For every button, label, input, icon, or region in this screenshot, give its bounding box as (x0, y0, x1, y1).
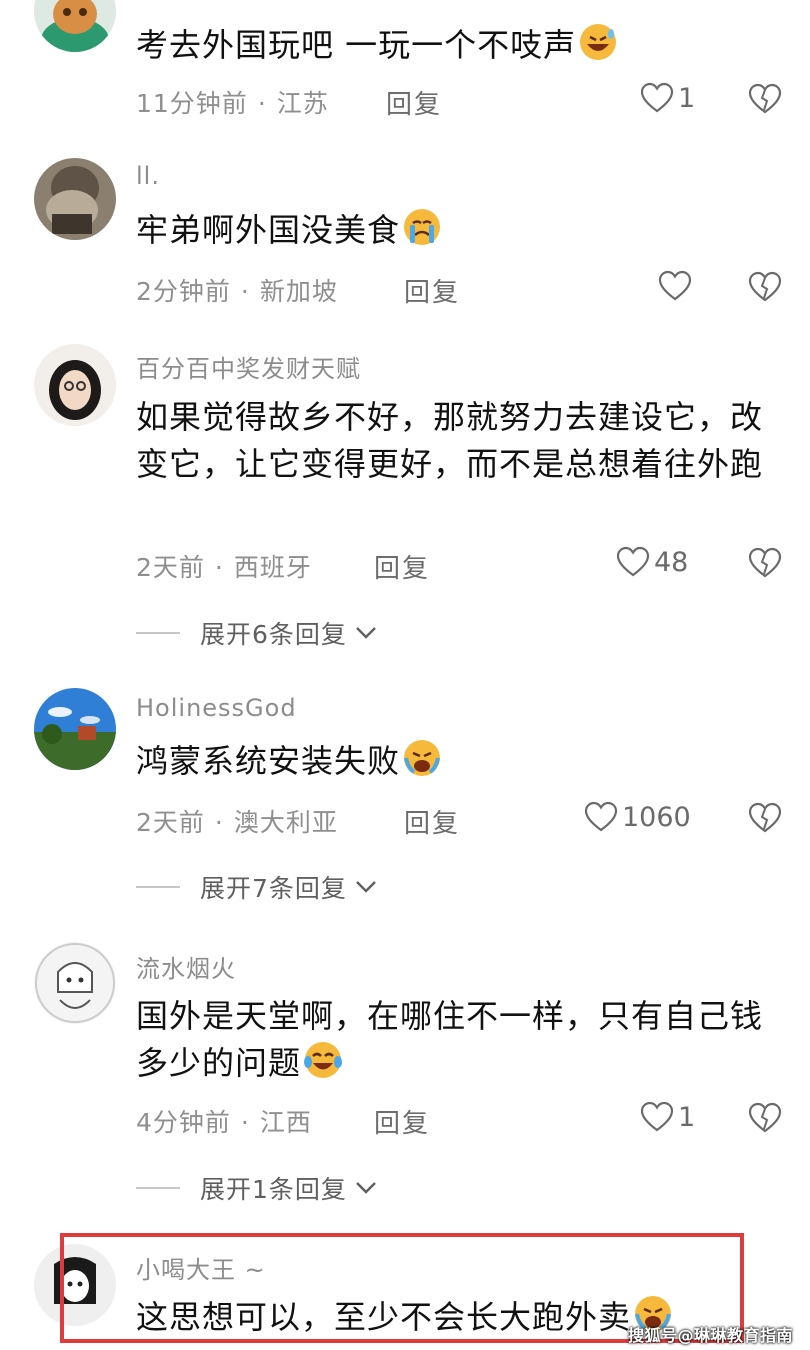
like-count: 1 (678, 82, 696, 114)
like-count: 48 (654, 546, 689, 578)
broken-heart-icon[interactable] (748, 547, 782, 579)
grinning-sweat-emoji (580, 24, 617, 60)
chevron-down-icon (356, 627, 376, 639)
broken-heart-icon[interactable] (748, 1102, 782, 1134)
avatar[interactable] (34, 0, 116, 52)
reply-button[interactable]: 回复 (404, 272, 460, 309)
heart-icon (658, 270, 692, 301)
chevron-down-icon (356, 1182, 376, 1194)
divider (136, 632, 180, 634)
tears-of-joy-emoji (304, 1042, 343, 1078)
comment-meta: 4分钟前 · 江西 (136, 1108, 312, 1137)
comment-meta: 2天前 · 澳大利亚 (136, 808, 338, 837)
avatar[interactable] (34, 688, 116, 770)
divider (136, 886, 180, 888)
expand-replies-button[interactable]: 展开1条回复 (136, 1170, 377, 1206)
broken-heart-icon[interactable] (748, 83, 782, 115)
reply-button[interactable]: 回复 (404, 803, 460, 840)
comment-text: 如果觉得故乡不好，那就努力去建设它，改变它，让它变得更好，而不是总想着往外跑 (136, 398, 764, 483)
expand-replies-button[interactable]: 展开7条回复 (136, 869, 377, 905)
watermark: 搜狐号@琳琳教育指南 (628, 1326, 794, 1345)
chevron-down-icon (356, 881, 376, 893)
like-button[interactable]: 1060 (584, 801, 691, 833)
username[interactable]: HolinessGod (136, 694, 297, 722)
avatar[interactable] (34, 344, 116, 426)
avatar[interactable] (34, 158, 116, 240)
heart-icon (640, 1101, 674, 1132)
broken-heart-icon[interactable] (748, 802, 782, 834)
comment-meta: 2天前 · 西班牙 (136, 553, 312, 582)
divider (136, 1187, 180, 1189)
like-button[interactable]: 48 (616, 546, 688, 578)
like-button[interactable]: 1 (640, 1101, 695, 1133)
reply-button[interactable]: 回复 (374, 1103, 430, 1140)
expand-replies-button[interactable]: 展开6条回复 (136, 615, 377, 651)
like-button[interactable] (658, 270, 696, 302)
comment-text: 鸿蒙系统安装失败 (136, 738, 766, 785)
comment-meta: 2分钟前 · 新加坡 (136, 277, 338, 306)
like-count: 1060 (622, 801, 691, 833)
broken-heart-icon[interactable] (748, 271, 782, 303)
username[interactable]: 百分百中奖发财天赋 (136, 349, 361, 384)
heart-icon (584, 801, 618, 832)
username[interactable]: ll. (136, 162, 160, 190)
heart-icon (616, 546, 650, 577)
like-button[interactable]: 1 (640, 82, 695, 114)
avatar[interactable] (34, 942, 116, 1024)
like-count: 1 (678, 1101, 696, 1133)
username[interactable]: 流水烟火 (136, 949, 236, 984)
reply-button[interactable]: 回复 (374, 548, 430, 585)
crying-emoji (404, 209, 441, 245)
comment-text: 考去外国玩吧 一玩一个不吱声 (136, 22, 766, 69)
loudly-crying-emoji (404, 740, 441, 776)
heart-icon (640, 82, 674, 113)
comment-meta: 11分钟前 · 江苏 (136, 89, 329, 118)
comment-text: 牢弟啊外国没美食 (136, 207, 766, 254)
comment-text: 国外是天堂啊，在哪住不一样，只有自己钱多少的问题 (136, 997, 764, 1082)
reply-button[interactable]: 回复 (386, 84, 442, 121)
